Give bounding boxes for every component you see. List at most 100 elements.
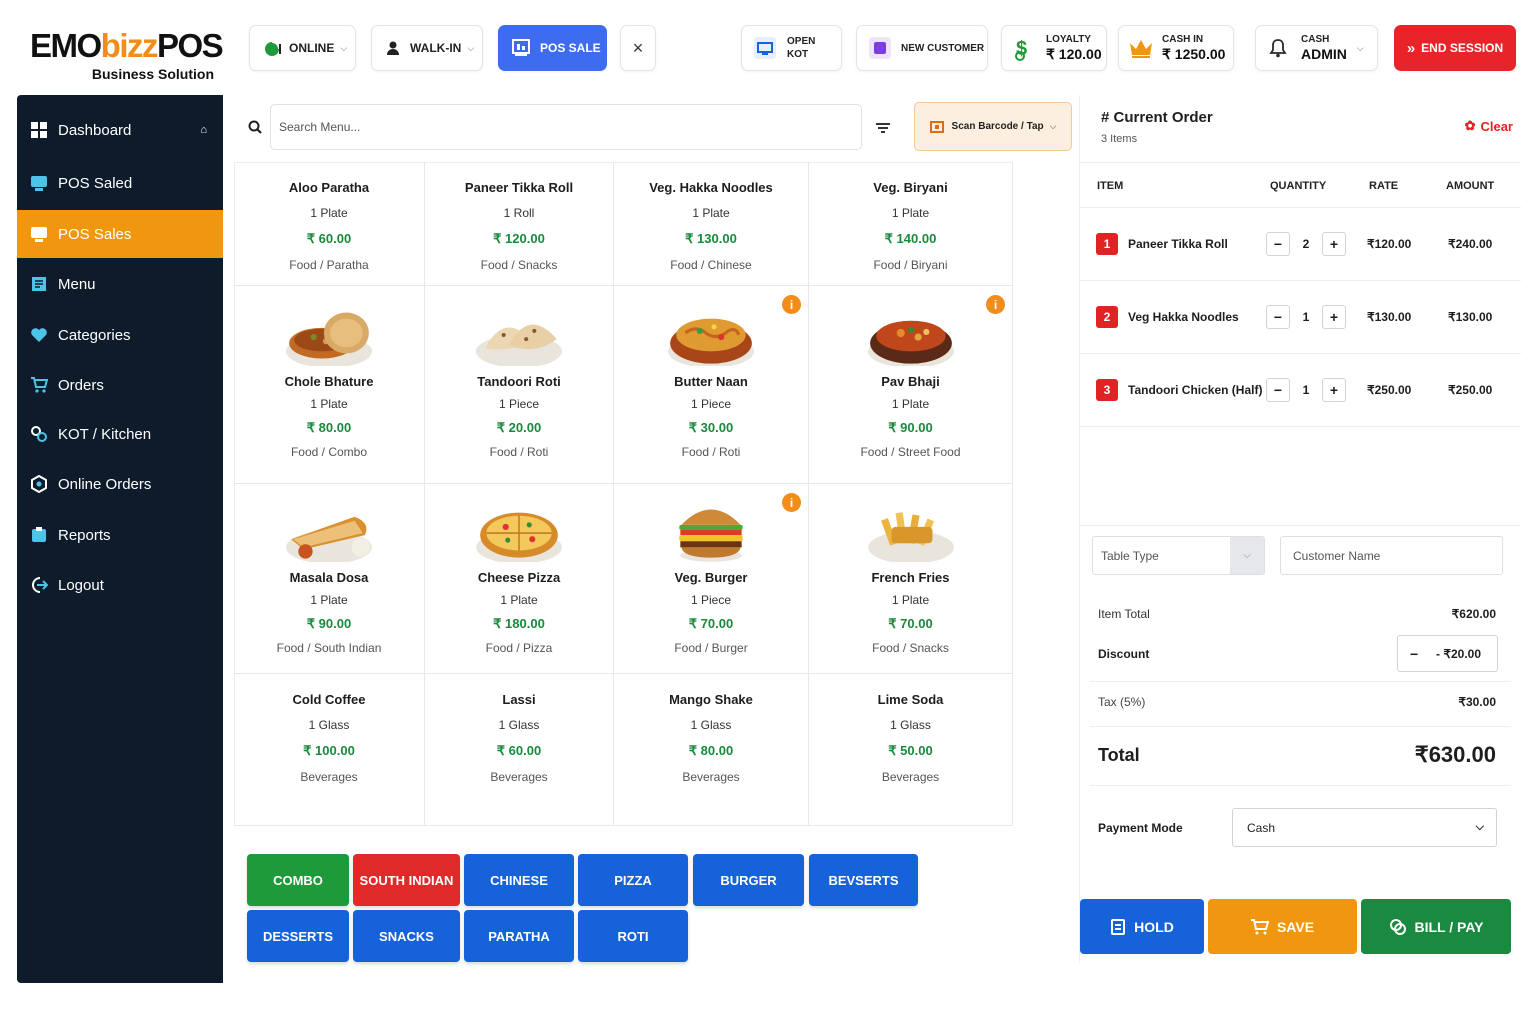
sidebar-item-online-orders[interactable]: Online Orders xyxy=(17,460,223,508)
chevron-down-icon: ⌵ xyxy=(340,42,348,53)
menu-item-card[interactable]: Mango Shake 1 Glass ₹ 80.00 Beverages xyxy=(614,674,809,826)
category-combo-button[interactable]: COMBO xyxy=(247,854,349,906)
menu-item-card[interactable]: Lassi 1 Glass ₹ 60.00 Beverages xyxy=(425,674,614,826)
item-price: ₹ 30.00 xyxy=(688,420,734,435)
filter-icon[interactable] xyxy=(876,121,890,139)
menu-item-card[interactable]: French Fries 1 Plate ₹ 70.00 Food / Snac… xyxy=(809,484,1013,674)
walkin-select[interactable]: WALK-IN ⌵ xyxy=(371,25,483,71)
increase-qty-button[interactable]: + xyxy=(1322,232,1346,256)
scan-barcode-button[interactable]: Scan Barcode / Tap ⌵ xyxy=(914,102,1072,151)
tax-value: ₹30.00 xyxy=(1458,695,1496,709)
order-row: 2 Veg Hakka Noodles − 1 + ₹130.00 ₹130.0… xyxy=(1080,281,1521,354)
item-unit: 1 Plate xyxy=(310,206,348,220)
sidebar-item-pos-saled[interactable]: POS Saled xyxy=(17,159,223,207)
clear-button[interactable]: ✿ Clear xyxy=(1465,118,1513,134)
category-south-indian-button[interactable]: SOUTH INDIAN xyxy=(353,854,460,906)
discount-field[interactable]: − - ₹20.00 xyxy=(1397,635,1498,672)
sidebar-item-categories[interactable]: Categories xyxy=(17,311,223,359)
save-button[interactable]: SAVE xyxy=(1208,899,1357,954)
sidebar-item-pos-sales[interactable]: POS Sales xyxy=(17,210,223,258)
category-bevserts-button[interactable]: BEVSERTS xyxy=(809,854,918,906)
menu-item-card[interactable]: Cold Coffee 1 Glass ₹ 100.00 Beverages xyxy=(234,674,425,826)
menu-item-card[interactable]: Chole Bhature 1 Plate ₹ 80.00 Food / Com… xyxy=(234,286,425,484)
category-pizza-button[interactable]: PIZZA xyxy=(578,854,688,906)
menu-item-card[interactable]: i Pav Bhaji 1 Plate ₹ 90.00 Food / Stree… xyxy=(809,286,1013,484)
loyalty-box[interactable]: $ LOYALTY ₹ 120.00 xyxy=(1001,25,1107,71)
user-icon xyxy=(386,40,402,56)
total-label: Total xyxy=(1098,745,1140,765)
item-name: Tandoori Roti xyxy=(477,374,561,389)
curry-image xyxy=(867,320,954,366)
order-item-rate: ₹130.00 xyxy=(1367,310,1412,324)
menu-item-card[interactable]: Aloo Paratha 1 Plate ₹ 60.00 Food / Para… xyxy=(234,162,425,286)
sidebar-item-orders[interactable]: Orders xyxy=(17,361,223,409)
kot-icon xyxy=(753,36,777,60)
sidebar-item-logout[interactable]: Logout xyxy=(17,561,223,609)
item-price: ₹ 70.00 xyxy=(888,616,933,631)
online-toggle[interactable]: ONLINE ⌵ xyxy=(249,25,356,71)
menu-item-card[interactable]: Masala Dosa 1 Plate ₹ 90.00 Food / South… xyxy=(234,484,425,674)
menu-item-card[interactable]: Cheese Pizza 1 Plate ₹ 180.00 Food / Piz… xyxy=(425,484,614,674)
search-input[interactable] xyxy=(279,105,839,149)
item-unit: 1 Plate xyxy=(891,206,930,220)
decrease-qty-button[interactable]: − xyxy=(1266,232,1290,256)
bill-pay-button[interactable]: BILL / PAY xyxy=(1361,899,1511,954)
pos-sales-icon xyxy=(30,225,48,243)
category-paratha-button[interactable]: PARATHA xyxy=(464,910,574,962)
category-desserts-button[interactable]: DESSERTS xyxy=(247,910,349,962)
increase-qty-button[interactable]: + xyxy=(1322,378,1346,402)
order-item-qty: 1 xyxy=(1302,383,1310,397)
menu-item-card[interactable]: i Butter Naan 1 Piece ₹ 30.00 Food / Rot… xyxy=(614,286,809,484)
end-session-button[interactable]: » END SESSION xyxy=(1394,25,1516,71)
info-icon[interactable]: i xyxy=(986,295,1005,314)
item-unit: 1 Piece xyxy=(690,593,732,607)
item-name: Butter Naan xyxy=(674,374,748,389)
order-count: 3 Items xyxy=(1101,133,1138,145)
decrease-qty-button[interactable]: − xyxy=(1266,305,1290,329)
item-price: ₹ 80.00 xyxy=(306,420,352,435)
customer-name-field[interactable]: Customer Name xyxy=(1280,536,1503,575)
item-name: Cold Coffee xyxy=(292,692,366,707)
sidebar-item-reports[interactable]: Reports xyxy=(17,511,223,559)
item-category: Beverages xyxy=(881,770,940,784)
chevron-down-icon: ⌵ xyxy=(1475,821,1484,833)
coins-icon xyxy=(1389,918,1407,936)
pizza-image xyxy=(476,512,562,562)
item-unit: 1 Plate xyxy=(310,397,348,411)
order-item-name: Veg Hakka Noodles xyxy=(1128,310,1239,324)
menu-item-card[interactable]: Veg. Biryani 1 Plate ₹ 140.00 Food / Bir… xyxy=(809,162,1013,286)
category-burger-button[interactable]: BURGER xyxy=(693,854,804,906)
new-customer-button[interactable]: NEW CUSTOMER xyxy=(856,25,988,71)
hold-button[interactable]: HOLD xyxy=(1080,899,1204,954)
sidebar-item-dashboard[interactable]: Dashboard ⌂ xyxy=(17,106,223,154)
info-icon[interactable]: i xyxy=(782,295,801,314)
item-price: ₹ 90.00 xyxy=(306,616,352,631)
bell-icon xyxy=(1269,38,1287,58)
pos-sale-button[interactable]: POS SALE xyxy=(498,25,607,71)
category-roti-button[interactable]: ROTI xyxy=(578,910,688,962)
decrease-qty-button[interactable]: − xyxy=(1266,378,1290,402)
payment-mode-select[interactable]: Cash ⌵ xyxy=(1232,808,1497,847)
info-icon[interactable]: i xyxy=(782,493,801,512)
menu-item-card[interactable]: Lime Soda 1 Glass ₹ 50.00 Beverages xyxy=(809,674,1013,826)
customer-icon xyxy=(868,36,892,60)
menu-item-card[interactable]: Paneer Tikka Roll 1 Roll ₹ 120.00 Food /… xyxy=(425,162,614,286)
open-kot-button[interactable]: OPEN KOT xyxy=(741,25,842,71)
menu-item-card[interactable]: Veg. Hakka Noodles 1 Plate ₹ 130.00 Food… xyxy=(614,162,809,286)
category-chinese-button[interactable]: CHINESE xyxy=(464,854,574,906)
reports-icon xyxy=(30,526,48,544)
table-type-select[interactable]: Table Type ⌵ xyxy=(1092,536,1265,575)
minus-icon[interactable]: − xyxy=(1410,646,1432,662)
cash-in-box[interactable]: CASH IN ₹ 1250.00 xyxy=(1118,25,1234,71)
menu-item-card[interactable]: Tandoori Roti 1 Piece ₹ 20.00 Food / Rot… xyxy=(425,286,614,484)
order-row: 3 Tandoori Chicken (Half) − 1 + ₹250.00 … xyxy=(1080,354,1521,427)
user-menu[interactable]: CASH ADMIN ⌵ xyxy=(1255,25,1378,71)
sidebar-item-menu[interactable]: Menu xyxy=(17,260,223,308)
item-category: Food / Paratha xyxy=(289,258,369,272)
close-button[interactable]: × xyxy=(620,25,656,71)
increase-qty-button[interactable]: + xyxy=(1322,305,1346,329)
category-snacks-button[interactable]: SNACKS xyxy=(353,910,460,962)
menu-item-card[interactable]: i Veg. Burger 1 Piece ₹ 70.00 Food / Bur… xyxy=(614,484,809,674)
sidebar-item-kot-kitchen[interactable]: KOT / Kitchen xyxy=(17,410,223,458)
item-name: Aloo Paratha xyxy=(288,180,370,195)
